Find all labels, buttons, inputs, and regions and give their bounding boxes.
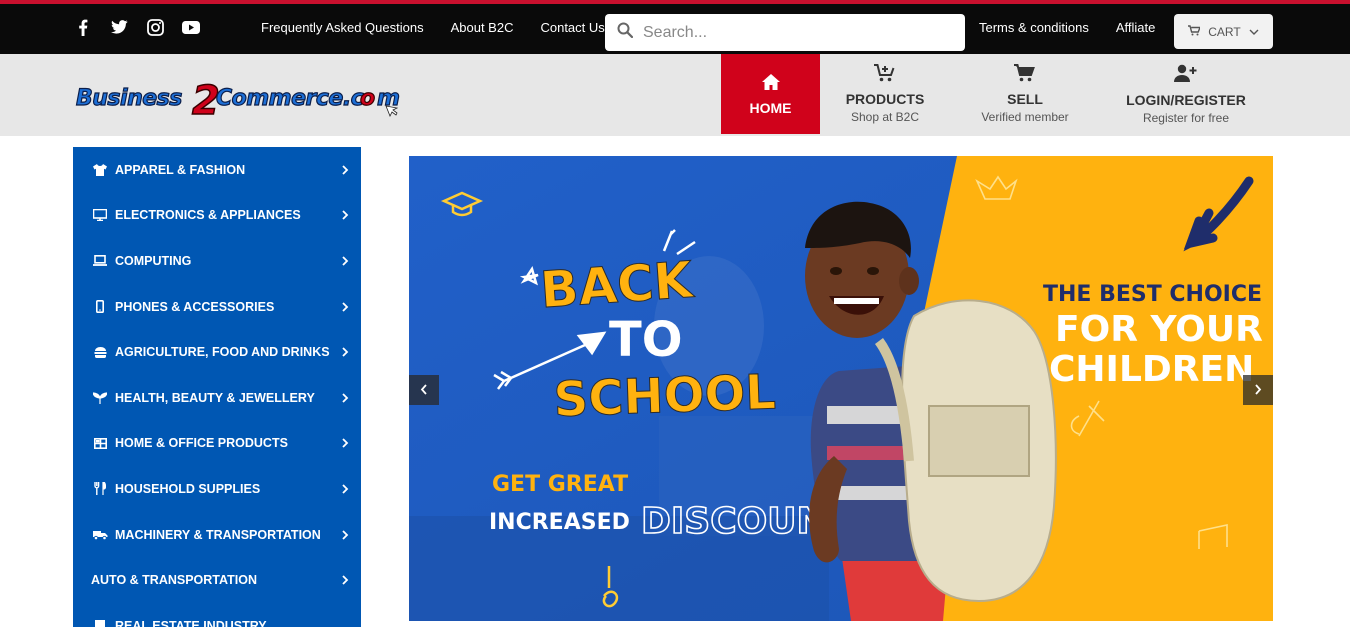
about-link[interactable]: About B2C (451, 20, 514, 35)
cart-button[interactable]: CART (1174, 14, 1273, 49)
chevron-left-icon (420, 382, 428, 398)
chevron-right-icon (342, 344, 349, 360)
laptop-icon (91, 255, 109, 267)
affiliate-link[interactable]: Affliate (1116, 20, 1156, 35)
category-computing[interactable]: COMPUTING (73, 238, 361, 284)
twitter-icon[interactable] (110, 18, 128, 36)
category-agriculture[interactable]: AGRICULTURE, FOOD AND DRINKS (73, 329, 361, 375)
category-real-estate[interactable]: REAL ESTATE INDUSTRY (73, 603, 361, 627)
category-apparel[interactable]: APPAREL & FASHION (73, 147, 361, 193)
category-label: PHONES & ACCESSORIES (115, 299, 275, 314)
utensils-icon (91, 482, 109, 496)
nav-sell-sub: Verified member (981, 110, 1069, 124)
svg-text:Commerce.c: Commerce.c (216, 86, 364, 111)
slider-next-button[interactable] (1243, 375, 1273, 405)
cart-add-icon (874, 64, 896, 87)
svg-text:o: o (360, 86, 375, 111)
category-label: ELECTRONICS & APPLIANCES (115, 208, 301, 223)
category-household[interactable]: HOUSEHOLD SUPPLIES (73, 466, 361, 512)
search-box (605, 14, 965, 51)
category-label: COMPUTING (115, 253, 192, 268)
instagram-icon[interactable] (146, 18, 164, 36)
chevron-right-icon (342, 162, 349, 178)
top-bar: Frequently Asked Questions About B2C Con… (0, 0, 1350, 54)
office-icon (91, 437, 109, 449)
banner-tag-increased: INCREASED (489, 510, 630, 535)
monitor-icon (91, 209, 109, 222)
chevron-right-icon (342, 390, 349, 406)
phone-icon (91, 300, 109, 314)
faq-link[interactable]: Frequently Asked Questions (261, 20, 424, 35)
site-logo[interactable]: Business 2 Commerce.c o m (74, 70, 414, 125)
banner-right-children: CHILDREN (1049, 349, 1254, 390)
nav-login-register[interactable]: LOGIN/REGISTER Register for free (1100, 54, 1272, 134)
category-home-office[interactable]: HOME & OFFICE PRODUCTS (73, 421, 361, 467)
truck-icon (91, 529, 109, 541)
home-icon (761, 73, 781, 96)
facebook-icon[interactable] (74, 18, 92, 36)
category-label: AUTO & TRANSPORTATION (91, 573, 257, 588)
category-label: HOME & OFFICE PRODUCTS (115, 436, 288, 451)
banner-headline-school: SCHOOL (553, 364, 777, 428)
nav-login-sub: Register for free (1142, 110, 1230, 125)
contact-link[interactable]: Contact Us (540, 20, 604, 35)
nav-products-label: PRODUCTS (845, 91, 925, 107)
chevron-right-icon (342, 527, 349, 543)
nav-home-label: HOME (749, 99, 792, 116)
banner-right-best-choice: THE BEST CHOICE (1043, 282, 1262, 307)
food-icon (91, 346, 109, 358)
chevron-right-icon (342, 299, 349, 315)
terms-link[interactable]: Terms & conditions (979, 20, 1089, 35)
social-links (74, 18, 200, 36)
chevron-right-icon (1254, 382, 1262, 398)
cart-icon (1014, 64, 1036, 87)
chevron-right-icon (342, 572, 349, 588)
cart-icon (1188, 24, 1202, 39)
category-phones[interactable]: PHONES & ACCESSORIES (73, 284, 361, 330)
main-nav: HOME PRODUCTS Shop at B2C SELL Verified … (721, 54, 1272, 134)
slider-prev-button[interactable] (409, 375, 439, 405)
category-auto[interactable]: AUTO & TRANSPORTATION (73, 557, 361, 603)
user-add-icon (1174, 64, 1198, 88)
nav-products-sub: Shop at B2C (850, 110, 920, 124)
chevron-right-icon (342, 435, 349, 451)
category-machinery[interactable]: MACHINERY & TRANSPORTATION (73, 512, 361, 558)
tshirt-icon (91, 163, 109, 176)
nav-sell-label: SELL (1007, 91, 1043, 107)
category-label: AGRICULTURE, FOOD AND DRINKS (115, 345, 330, 360)
category-label: HEALTH, BEAUTY & JEWELLERY (115, 390, 315, 405)
banner-headline-back: BACK (538, 251, 696, 320)
category-health-beauty[interactable]: HEALTH, BEAUTY & JEWELLERY (73, 375, 361, 421)
youtube-icon[interactable] (182, 18, 200, 36)
beauty-icon (91, 392, 109, 404)
building-icon (91, 619, 109, 627)
nav-home[interactable]: HOME (721, 54, 820, 134)
nav-products[interactable]: PRODUCTS Shop at B2C (820, 54, 950, 134)
chevron-right-icon (342, 253, 349, 269)
banner-headline-to: TO (609, 312, 683, 368)
category-label: APPAREL & FASHION (115, 162, 246, 177)
chevron-right-icon (342, 481, 349, 497)
category-label: MACHINERY & TRANSPORTATION (115, 527, 321, 542)
hero-banner[interactable]: BACK TO SCHOOL GET GREAT INCREASED DISCO… (409, 156, 1273, 621)
svg-text:Business: Business (76, 86, 182, 111)
banner-tag-get-great: GET GREAT (492, 472, 628, 497)
category-electronics[interactable]: ELECTRONICS & APPLIANCES (73, 193, 361, 239)
banner-right-for-your: FOR YOUR (1055, 309, 1263, 350)
category-sidebar: APPAREL & FASHION ELECTRONICS & APPLIANC… (73, 147, 361, 627)
chevron-down-icon (1249, 25, 1259, 39)
category-label: REAL ESTATE INDUSTRY (115, 618, 267, 627)
category-label: HOUSEHOLD SUPPLIES (115, 481, 261, 496)
top-links-right: Terms & conditions Affliate (979, 20, 1155, 35)
nav-sell[interactable]: SELL Verified member (950, 54, 1100, 134)
nav-login-label: LOGIN/REGISTER (1126, 91, 1246, 108)
search-input[interactable] (643, 23, 943, 42)
search-icon[interactable] (617, 22, 634, 43)
chevron-right-icon (342, 207, 349, 223)
main-header: Business 2 Commerce.c o m HOME PRODUCTS … (0, 54, 1350, 136)
top-links-left: Frequently Asked Questions About B2C Con… (261, 20, 605, 35)
cart-label: CART (1208, 24, 1241, 39)
